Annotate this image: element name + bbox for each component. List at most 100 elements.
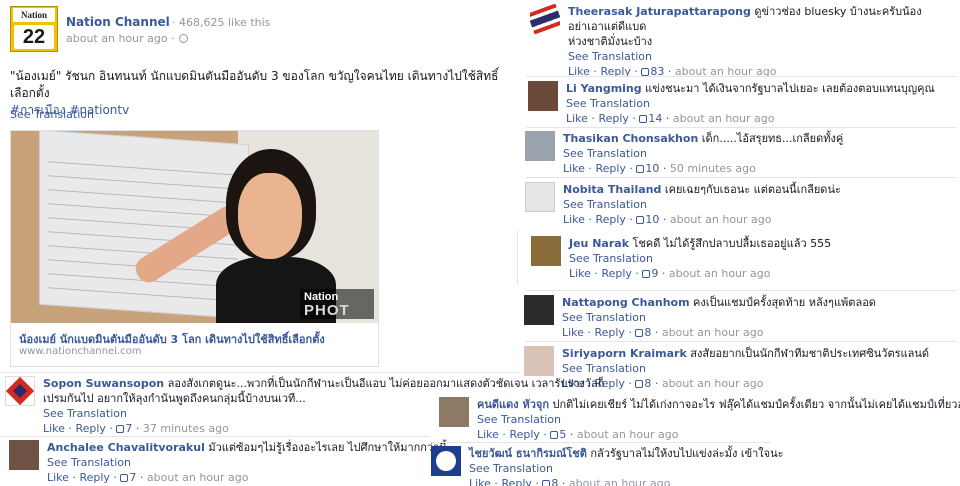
like-count[interactable]: 9	[651, 267, 658, 280]
reply-link[interactable]: Reply	[509, 428, 539, 441]
like-count[interactable]: 8	[644, 377, 651, 390]
commenter-name[interactable]: คนดีแดง หัวจุก	[477, 398, 549, 411]
link-preview-card[interactable]: Nation PHOT น้องเมย์ นักแบดมินตันมืออันด…	[10, 130, 379, 367]
like-link[interactable]: Like	[47, 471, 69, 484]
avatar[interactable]	[525, 131, 555, 161]
comment-time[interactable]: about an hour ago	[662, 326, 764, 339]
comment-text: คงเป็นแชมป์ครั้งสุดท้าย หลังๆแพ้ตลอด	[693, 296, 876, 309]
comment: Thasikan Chonsakhon เด็ก.....ไอ้สรุยทธ..…	[525, 131, 950, 176]
logo-wordmark: Nation	[13, 8, 55, 22]
commenter-name[interactable]: Nattapong Chanhom	[562, 296, 690, 309]
comment-time[interactable]: about an hour ago	[662, 377, 764, 390]
avatar[interactable]	[531, 236, 561, 266]
like-link[interactable]: Like	[563, 213, 585, 226]
avatar[interactable]	[9, 440, 39, 470]
comment-text: กลัวรัฐบาลไม่ให้งบไปแข่งล่ะมั้ง เข้าใจนะ	[590, 447, 784, 460]
commenter-name[interactable]: Jeu Narak	[569, 237, 629, 250]
preview-photo[interactable]: Nation PHOT	[11, 131, 378, 323]
reply-link[interactable]: Reply	[598, 112, 628, 125]
commenter-name[interactable]: ไชยวัฒน์ ธนากิรมณ์โชติ	[469, 447, 587, 460]
reply-link[interactable]: Reply	[75, 422, 105, 435]
like-count[interactable]: 10	[645, 162, 659, 175]
thumbs-up-icon	[116, 425, 125, 433]
like-link[interactable]: Like	[562, 326, 584, 339]
like-count[interactable]: 10	[645, 213, 659, 226]
comment-text-line: เปรมกันไป อยากให้ลุงกำนันพูดถึงคนกลุ่มนี…	[43, 392, 306, 405]
post-see-translation-link[interactable]: See Translation	[10, 108, 94, 121]
like-count[interactable]: 8	[551, 477, 558, 486]
comment-time[interactable]: about an hour ago	[670, 213, 772, 226]
commenter-name[interactable]: Sopon Suwansopon	[43, 377, 164, 390]
like-count[interactable]: 5	[559, 428, 566, 441]
comment-time[interactable]: about an hour ago	[577, 428, 679, 441]
comment-text: ลองสังเกตดูนะ...พวกที่เป็นนักกีฬานะเป็นอ…	[167, 377, 605, 390]
see-translation-link[interactable]: See Translation	[43, 407, 127, 420]
comment-body: Thasikan Chonsakhon เด็ก.....ไอ้สรุยทธ..…	[563, 132, 844, 175]
commenter-name[interactable]: Anchalee Chavalitvorakul	[47, 441, 205, 454]
preview-url: www.nationchannel.com	[19, 346, 142, 357]
see-translation-link[interactable]: See Translation	[566, 97, 650, 110]
see-translation-link[interactable]: See Translation	[563, 198, 647, 211]
globe-icon	[178, 34, 188, 43]
comment-time[interactable]: about an hour ago	[673, 112, 775, 125]
thumbs-up-icon	[636, 216, 645, 224]
page-logo[interactable]: Nation 22	[10, 6, 58, 52]
like-link[interactable]: Like	[469, 477, 491, 486]
page-name-link[interactable]: Nation Channel	[66, 15, 170, 29]
photo-watermark: Nation PHOT	[300, 289, 374, 319]
comment-time[interactable]: about an hour ago	[147, 471, 249, 484]
reply-link[interactable]: Reply	[594, 326, 624, 339]
thumbs-up-icon	[639, 115, 648, 123]
avatar[interactable]	[530, 4, 560, 34]
comment-time[interactable]: 37 minutes ago	[143, 422, 229, 435]
avatar[interactable]	[525, 182, 555, 212]
commenter-name[interactable]: Theerasak Jaturapattarapong	[568, 5, 751, 18]
comment-text: มัวแต่ซ้อมๆไม่รู้เรื่องอะไรเลย ไปศึกษาให…	[208, 441, 447, 454]
see-translation-link[interactable]: See Translation	[563, 147, 647, 160]
avatar[interactable]	[439, 397, 469, 427]
comment: คนดีแดง หัวจุก ปกติไม่เคยเชียร์ ไม่ได้เก…	[439, 397, 960, 442]
comment: Li Yangming แข่งชนะมา ได้เงินจากรัฐบาลไป…	[528, 81, 953, 126]
like-link[interactable]: Like	[569, 267, 591, 280]
like-count[interactable]: 7	[125, 422, 132, 435]
see-translation-link[interactable]: See Translation	[562, 362, 646, 375]
like-link[interactable]: Like	[43, 422, 65, 435]
commenter-name[interactable]: Thasikan Chonsakhon	[563, 132, 698, 145]
like-link[interactable]: Like	[566, 112, 588, 125]
avatar[interactable]	[5, 376, 35, 406]
see-translation-link[interactable]: See Translation	[568, 50, 652, 63]
reply-link[interactable]: Reply	[79, 471, 109, 484]
reply-link[interactable]: Reply	[595, 162, 625, 175]
see-translation-link[interactable]: See Translation	[47, 456, 131, 469]
like-count[interactable]: 14	[648, 112, 662, 125]
like-count[interactable]: 8	[644, 326, 651, 339]
comment: ไชยวัฒน์ ธนากิรมณ์โชติ กลัวรัฐบาลไม่ให้ง…	[431, 446, 851, 486]
avatar[interactable]	[528, 81, 558, 111]
see-translation-link[interactable]: See Translation	[562, 311, 646, 324]
comment-body: Nobita Thailand เคยเฉยๆกับเธอนะ แต่ตอนนี…	[563, 183, 841, 226]
comment-time[interactable]: about an hour ago	[669, 267, 771, 280]
commenter-name[interactable]: Li Yangming	[566, 82, 642, 95]
reply-link[interactable]: Reply	[601, 267, 631, 280]
commenter-name[interactable]: Siriyaporn Kraimark	[562, 347, 687, 360]
reply-link[interactable]: Reply	[501, 477, 531, 486]
post-timestamp[interactable]: about an hour ago ·	[66, 32, 188, 45]
avatar[interactable]	[524, 295, 554, 325]
like-link[interactable]: Like	[477, 428, 499, 441]
comment-body: Anchalee Chavalitvorakul มัวแต่ซ้อมๆไม่ร…	[47, 441, 447, 484]
reply-link[interactable]: Reply	[595, 213, 625, 226]
like-count[interactable]: 7	[129, 471, 136, 484]
comment-text: เด็ก.....ไอ้สรุยทธ...เกลียดทั้งคู่	[701, 132, 844, 145]
avatar[interactable]	[524, 346, 554, 376]
see-translation-link[interactable]: See Translation	[569, 252, 653, 265]
comment-time[interactable]: 50 minutes ago	[670, 162, 756, 175]
like-link[interactable]: Like	[563, 162, 585, 175]
comment-time[interactable]: about an hour ago	[569, 477, 671, 486]
commenter-name[interactable]: Nobita Thailand	[563, 183, 661, 196]
comment-text: โชคดี ไม่ได้รู้สึกปลาบปลื้มเธออยู่แล้ว 5…	[632, 237, 832, 250]
thumbs-up-icon	[641, 68, 650, 76]
see-translation-link[interactable]: See Translation	[477, 413, 561, 426]
avatar[interactable]	[431, 446, 461, 476]
post-text-line: "น้องเมย์" รัชนก อินทนนท์ นักแบดมินตันมื…	[10, 69, 499, 100]
see-translation-link[interactable]: See Translation	[469, 462, 553, 475]
